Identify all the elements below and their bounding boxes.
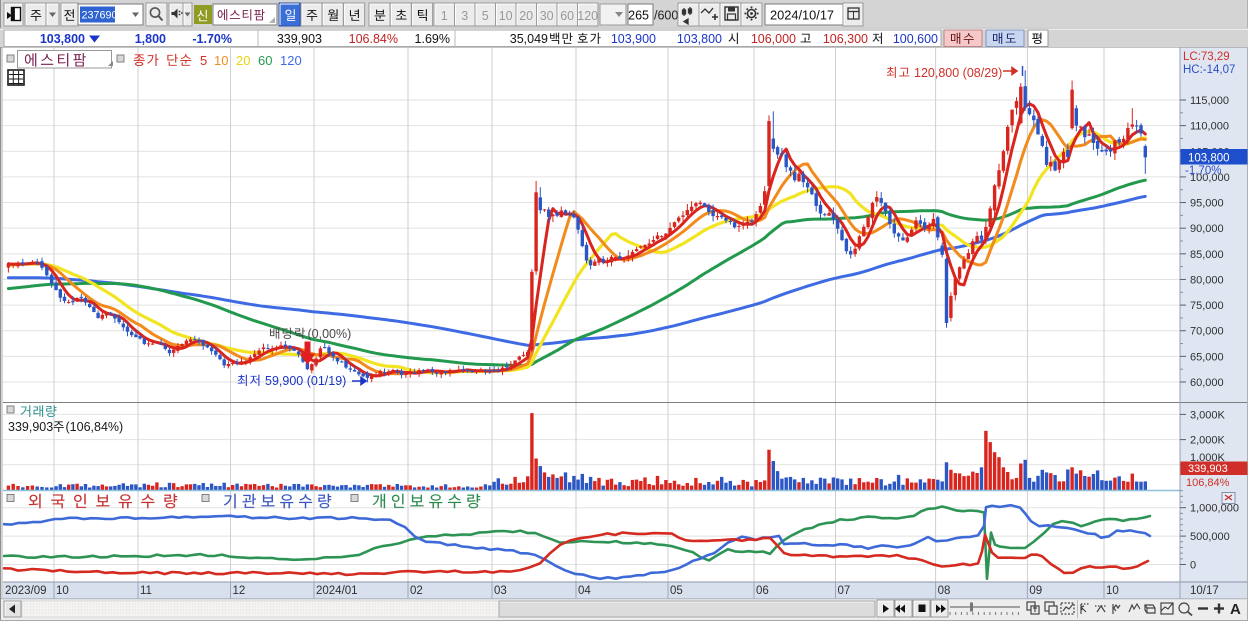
svg-text:03: 03 <box>494 585 507 597</box>
svg-text:HC:-14,07: HC:-14,07 <box>1183 64 1235 76</box>
svg-text:LC:73,29: LC:73,29 <box>1183 51 1230 63</box>
svg-text:3,000K: 3,000K <box>1190 409 1226 421</box>
svg-text:08: 08 <box>938 585 951 597</box>
svg-text:20: 20 <box>519 9 533 23</box>
svg-text:1.69%: 1.69% <box>415 32 450 46</box>
svg-text:05: 05 <box>670 585 683 597</box>
svg-text:106,000: 106,000 <box>751 32 796 46</box>
svg-text:04: 04 <box>578 585 591 597</box>
svg-text:106,300: 106,300 <box>823 32 868 46</box>
svg-text:2023/09: 2023/09 <box>5 585 47 597</box>
svg-text:80,000: 80,000 <box>1190 274 1224 286</box>
svg-text:70,000: 70,000 <box>1190 326 1224 338</box>
svg-text:237690: 237690 <box>82 10 118 22</box>
svg-text:59,900 (01/19): 59,900 (01/19) <box>265 374 346 388</box>
svg-text:106,84%: 106,84% <box>1186 477 1230 489</box>
svg-text:75,000: 75,000 <box>1190 300 1224 312</box>
svg-text:103,800: 103,800 <box>677 32 722 46</box>
svg-text:120: 120 <box>577 9 598 23</box>
svg-text:-1,70%: -1,70% <box>1185 165 1221 177</box>
svg-text:35,049: 35,049 <box>510 32 548 46</box>
svg-text:60,000: 60,000 <box>1190 377 1224 389</box>
svg-text:10: 10 <box>56 585 69 597</box>
svg-text:07: 07 <box>838 585 851 597</box>
svg-text:20: 20 <box>236 53 250 68</box>
svg-text:120: 120 <box>280 53 302 68</box>
svg-text:09: 09 <box>1029 585 1042 597</box>
svg-text:110,000: 110,000 <box>1190 121 1229 133</box>
svg-text:0: 0 <box>1190 560 1196 572</box>
svg-text:120,800 (08/29): 120,800 (08/29) <box>914 66 1002 80</box>
svg-text:02: 02 <box>410 585 423 597</box>
svg-text:30: 30 <box>540 9 554 23</box>
svg-text:103,800: 103,800 <box>1188 153 1230 165</box>
svg-text:06: 06 <box>756 585 769 597</box>
svg-text:2024/01: 2024/01 <box>316 585 358 597</box>
svg-text:12: 12 <box>233 585 246 597</box>
svg-text:339,903: 339,903 <box>277 32 322 46</box>
svg-text:A: A <box>1230 601 1241 618</box>
svg-text:106.84%: 106.84% <box>349 32 398 46</box>
svg-text:103,900: 103,900 <box>611 32 656 46</box>
svg-text:339,903: 339,903 <box>1188 463 1228 475</box>
svg-text:1,800: 1,800 <box>135 32 166 46</box>
svg-text:90,000: 90,000 <box>1190 223 1224 235</box>
svg-text:265: 265 <box>628 9 649 23</box>
svg-text:100,600: 100,600 <box>893 32 938 46</box>
svg-text:339,903: 339,903 <box>8 420 53 434</box>
svg-text:2,000K: 2,000K <box>1190 435 1226 447</box>
svg-text:10/17: 10/17 <box>1190 585 1219 597</box>
svg-text:60: 60 <box>258 53 272 68</box>
svg-text:/600: /600 <box>654 9 678 23</box>
svg-text:500,000: 500,000 <box>1190 531 1230 543</box>
svg-text:5: 5 <box>482 9 489 23</box>
svg-text:115,000: 115,000 <box>1190 95 1229 107</box>
svg-text:3: 3 <box>461 9 468 23</box>
svg-text:2024/10/17: 2024/10/17 <box>770 8 834 23</box>
svg-text:65,000: 65,000 <box>1190 351 1224 363</box>
svg-text:1: 1 <box>441 9 448 23</box>
svg-text:60: 60 <box>560 9 574 23</box>
svg-text:-1.70%: -1.70% <box>192 32 232 46</box>
svg-text:10: 10 <box>214 53 228 68</box>
svg-text:10: 10 <box>1106 585 1119 597</box>
svg-text:(0,00%): (0,00%) <box>308 327 352 341</box>
svg-text:95,000: 95,000 <box>1190 198 1224 210</box>
svg-text:1,000,000: 1,000,000 <box>1190 503 1239 515</box>
svg-text:85,000: 85,000 <box>1190 249 1224 261</box>
svg-text:5: 5 <box>200 53 207 68</box>
svg-text:103,800: 103,800 <box>40 32 85 46</box>
svg-text:11: 11 <box>140 585 152 597</box>
svg-text:10: 10 <box>499 9 513 23</box>
svg-text:(106,84%): (106,84%) <box>66 420 124 434</box>
